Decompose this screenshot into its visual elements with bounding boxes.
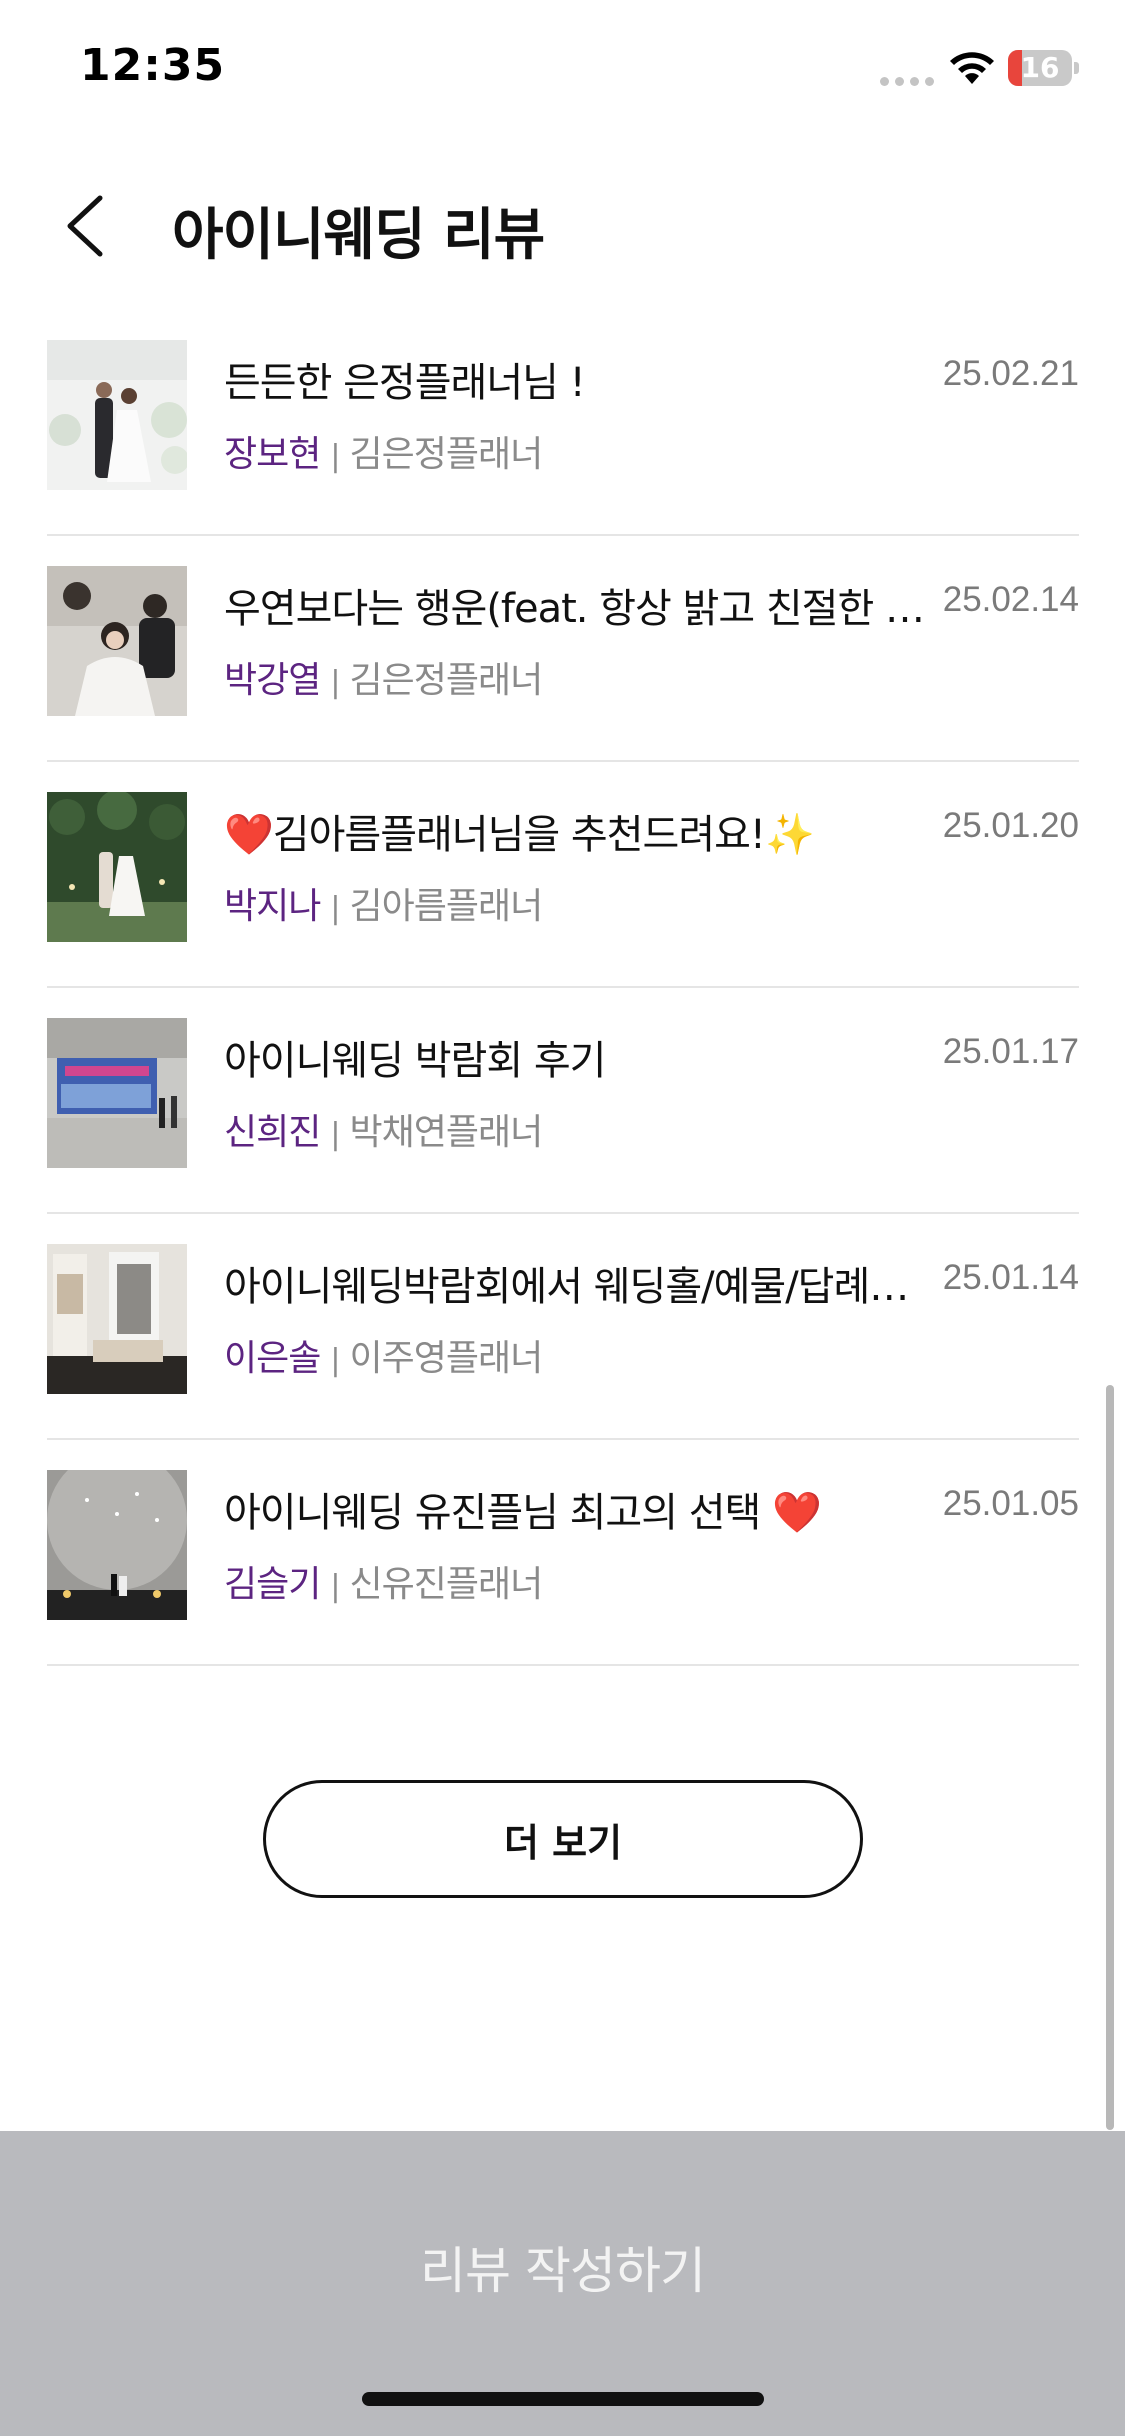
review-meta: 김슬기 | 신유진플래너 [224,1555,543,1607]
review-author: 박지나 [224,886,321,927]
battery-icon: 16 [1008,50,1080,86]
review-date: 25.02.14 [942,580,1079,619]
review-thumbnail [47,566,187,716]
status-time: 12:35 [80,40,226,91]
meta-separator: | [330,439,340,474]
review-meta: 이은솔 | 이주영플래너 [224,1329,543,1381]
battery-level: 16 [1020,51,1060,84]
header: 아이니웨딩 리뷰 [0,160,1125,290]
meta-separator: | [330,1569,340,1604]
review-author: 장보현 [224,434,321,475]
meta-separator: | [330,665,340,700]
review-item[interactable]: 든든한 은정플래너님 ! 25.02.21 장보현 | 김은정플래너 [47,310,1079,536]
meta-separator: | [330,1117,340,1152]
review-planner: 김은정플래너 [349,434,543,475]
wifi-icon [950,52,994,84]
page-title: 아이니웨딩 리뷰 [172,203,545,268]
write-review-button[interactable]: 리뷰 작성하기 [0,2131,1125,2436]
scrollbar[interactable] [1106,1385,1114,2130]
review-thumbnail [47,1470,187,1620]
review-date: 25.01.05 [942,1484,1079,1523]
review-item[interactable]: 아이니웨딩 박람회 후기 25.01.17 신희진 | 박채연플래너 [47,988,1079,1214]
review-title: 우연보다는 행운(feat. 항상 밝고 친절한 은정플래너님) [224,586,929,632]
review-thumbnail [47,340,187,490]
review-date: 25.01.14 [942,1258,1079,1297]
review-thumbnail [47,1244,187,1394]
home-indicator[interactable] [362,2392,764,2406]
cellular-signal-icon [880,77,934,86]
status-bar: 12:35 16 [0,0,1125,140]
review-meta: 박지나 | 김아름플래너 [224,877,543,929]
review-item[interactable]: 우연보다는 행운(feat. 항상 밝고 친절한 은정플래너님) 25.02.1… [47,536,1079,762]
review-title: 아이니웨딩 박람회 후기 [224,1038,606,1084]
back-button[interactable] [48,180,128,270]
review-item[interactable]: 아이니웨딩 유진플님 최고의 선택 ❤️ 25.01.05 김슬기 | 신유진플래너 [47,1440,1079,1666]
review-author: 신희진 [224,1112,321,1153]
more-button-label: 더 보기 [503,1820,623,1865]
review-meta: 신희진 | 박채연플래너 [224,1103,543,1155]
review-date: 25.02.21 [942,354,1079,393]
review-title: 아이니웨딩 유진플님 최고의 선택 ❤️ [224,1490,822,1536]
write-review-label: 리뷰 작성하기 [420,2242,706,2300]
review-thumbnail [47,792,187,942]
review-thumbnail [47,1018,187,1168]
review-author: 이은솔 [224,1338,321,1379]
review-meta: 박강열 | 김은정플래너 [224,651,543,703]
review-meta: 장보현 | 김은정플래너 [224,425,543,477]
meta-separator: | [330,891,340,926]
review-item[interactable]: 아이니웨딩박람회에서 웨딩홀/예물/답례품까지 25.01.14 이은솔 | 이주영… [47,1214,1079,1440]
review-planner: 김은정플래너 [349,660,543,701]
review-date: 25.01.17 [942,1032,1079,1071]
review-planner: 신유진플래너 [349,1564,543,1605]
chevron-left-icon [67,195,103,257]
review-title: 아이니웨딩박람회에서 웨딩홀/예물/답례품까지 [224,1264,929,1310]
review-planner: 박채연플래너 [349,1112,543,1153]
review-list: 든든한 은정플래너님 ! 25.02.21 장보현 | 김은정플래너 우연보다는 행… [47,310,1079,1666]
review-title: 든든한 은정플래너님 ! [224,360,586,406]
review-date: 25.01.20 [942,806,1079,845]
meta-separator: | [330,1343,340,1378]
more-button[interactable]: 더 보기 [263,1780,863,1898]
review-title: ❤️김아름플래너님을 추천드려요!✨ [224,812,815,858]
review-author: 김슬기 [224,1564,321,1605]
review-author: 박강열 [224,660,321,701]
review-item[interactable]: ❤️김아름플래너님을 추천드려요!✨ 25.01.20 박지나 | 김아름플래너 [47,762,1079,988]
review-planner: 김아름플래너 [349,886,543,927]
review-planner: 이주영플래너 [349,1338,543,1379]
